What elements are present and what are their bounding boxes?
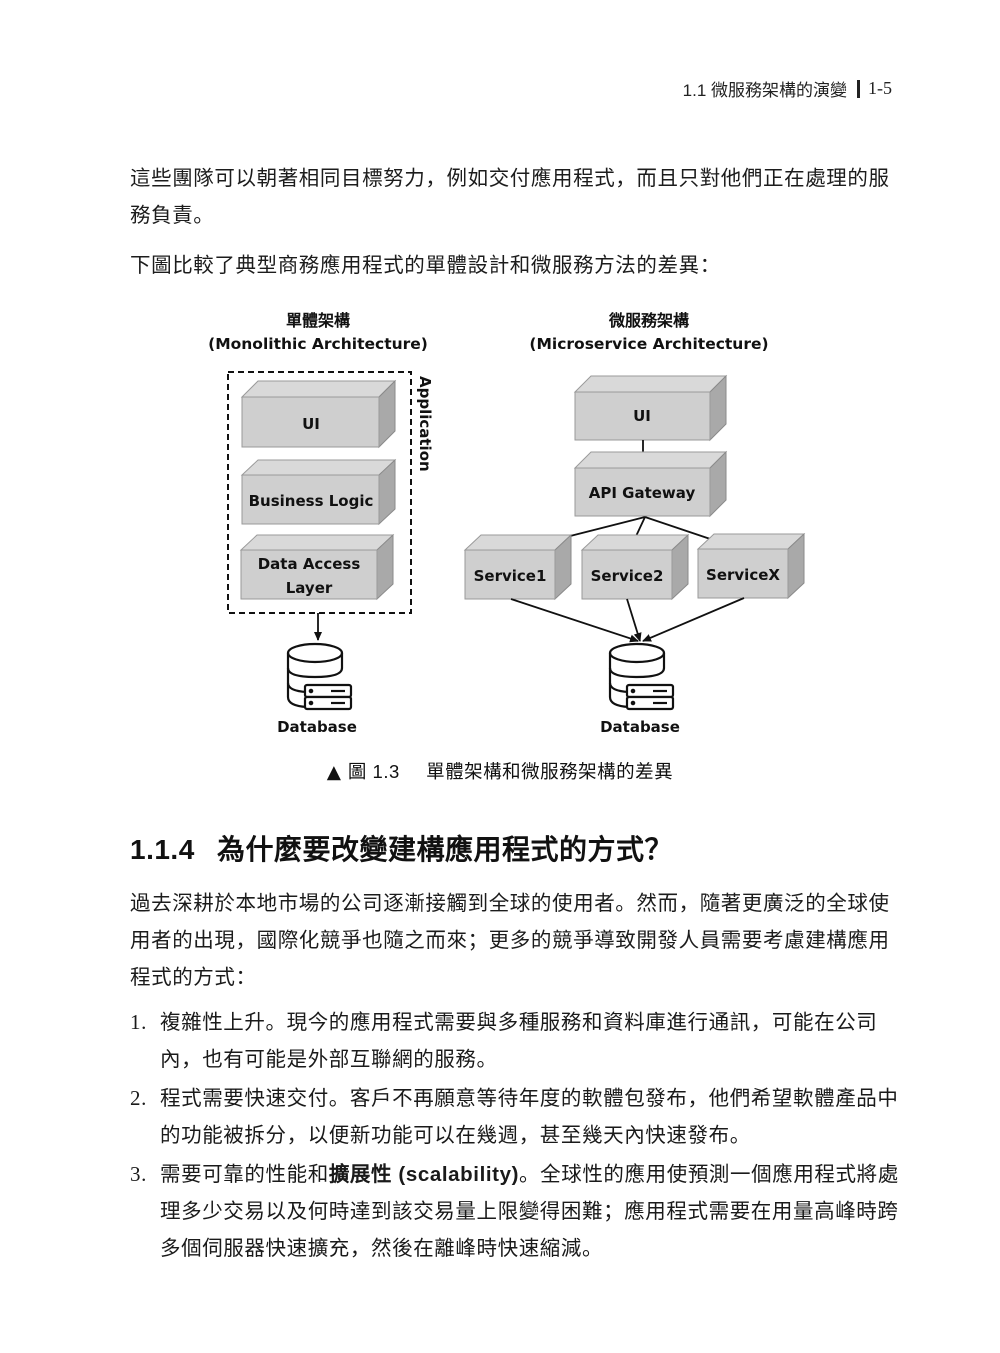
micro-ui-label: UI xyxy=(633,407,651,425)
caption-triangle-icon: ▲ xyxy=(326,762,342,783)
service2-box: Service2 xyxy=(580,533,690,601)
layer-business-logic-label: Business Logic xyxy=(249,492,374,510)
scalability-term-zh: 擴展性 xyxy=(328,1162,393,1186)
scalability-term-en: (scalability) xyxy=(392,1163,520,1186)
api-gateway-box: API Gateway xyxy=(573,450,728,518)
list-item-number: 1. xyxy=(130,1010,147,1034)
list-item-number: 2. xyxy=(130,1086,147,1110)
list-item-pre: 需要可靠的性能和 xyxy=(160,1162,329,1186)
figure-caption: ▲ 圖 1.3 單體架構和微服務架構的差異 xyxy=(0,758,1000,784)
layer-ui-label: UI xyxy=(302,415,320,433)
monolithic-database-label: Database xyxy=(277,718,357,736)
servicex-box: ServiceX xyxy=(696,532,806,600)
micro-ui-box: UI xyxy=(573,374,728,442)
caption-text: 單體架構和微服務架構的差異 xyxy=(426,762,674,783)
database-icon xyxy=(608,642,675,711)
layer-business-logic-box: Business Logic xyxy=(240,458,397,526)
layer-data-access-label-line1: Data Access xyxy=(258,555,361,573)
arrow-servicex-to-db xyxy=(642,597,745,642)
microservice-database-label: Database xyxy=(600,718,680,736)
list-item: 2. 程式需要快速交付。客戶不再願意等待年度的軟體包發布，他們希望軟體產品中的功… xyxy=(130,1080,900,1154)
list-item-text: 複雜性上升。現今的應用程式需要與多種服務和資料庫進行通訊，可能在公司內，也有可能… xyxy=(160,1010,878,1071)
monolithic-title-en: (Monolithic Architecture) xyxy=(208,335,428,353)
servicex-label: ServiceX xyxy=(706,566,780,584)
scalability-term: 擴展性 (scalability) xyxy=(329,1162,519,1186)
database-icon xyxy=(286,642,353,711)
service1-box: Service1 xyxy=(463,533,573,601)
list-item-number: 3. xyxy=(130,1162,147,1186)
microservice-title-en: (Microservice Architecture) xyxy=(529,335,768,353)
layer-data-access-label-line2: Layer xyxy=(286,579,333,597)
list-item: 3. 需要可靠的性能和擴展性 (scalability)。全球性的應用使預測一個應… xyxy=(130,1156,900,1267)
caption-number: 圖 1.3 xyxy=(347,761,400,782)
list-item-text: 程式需要快速交付。客戶不再願意等待年度的軟體包發布，他們希望軟體產品中的功能被拆… xyxy=(160,1086,899,1147)
monolithic-title-zh: 單體架構 xyxy=(286,311,350,330)
layer-data-access-box: Data Access Layer xyxy=(239,533,395,601)
arrow-service1-to-db xyxy=(510,598,639,643)
architecture-diagram: 單體架構 (Monolithic Architecture) Applicati… xyxy=(208,311,806,736)
service1-label: Service1 xyxy=(474,567,547,585)
list-item: 1. 複雜性上升。現今的應用程式需要與多種服務和資料庫進行通訊，可能在公司內，也… xyxy=(130,1004,900,1078)
layer-ui-box: UI xyxy=(240,379,397,449)
section-title: 為什麼要改變建構應用程式的方式？ xyxy=(217,833,674,866)
application-label: Application xyxy=(416,376,434,472)
section-number: 1.1.4 xyxy=(130,834,195,865)
section-paragraph: 過去深耕於本地市場的公司逐漸接觸到全球的使用者。然而，隨著更廣泛的全球使用者的出… xyxy=(130,891,890,989)
service2-label: Service2 xyxy=(591,567,664,585)
section-heading: 1.1.4 為什麼要改變建構應用程式的方式？ xyxy=(130,828,673,868)
arrow-service2-to-db xyxy=(626,598,642,642)
numbered-list: 1. 複雜性上升。現今的應用程式需要與多種服務和資料庫進行通訊，可能在公司內，也… xyxy=(130,1004,900,1269)
microservice-title-zh: 微服務架構 xyxy=(608,311,689,330)
api-gateway-label: API Gateway xyxy=(589,484,696,502)
